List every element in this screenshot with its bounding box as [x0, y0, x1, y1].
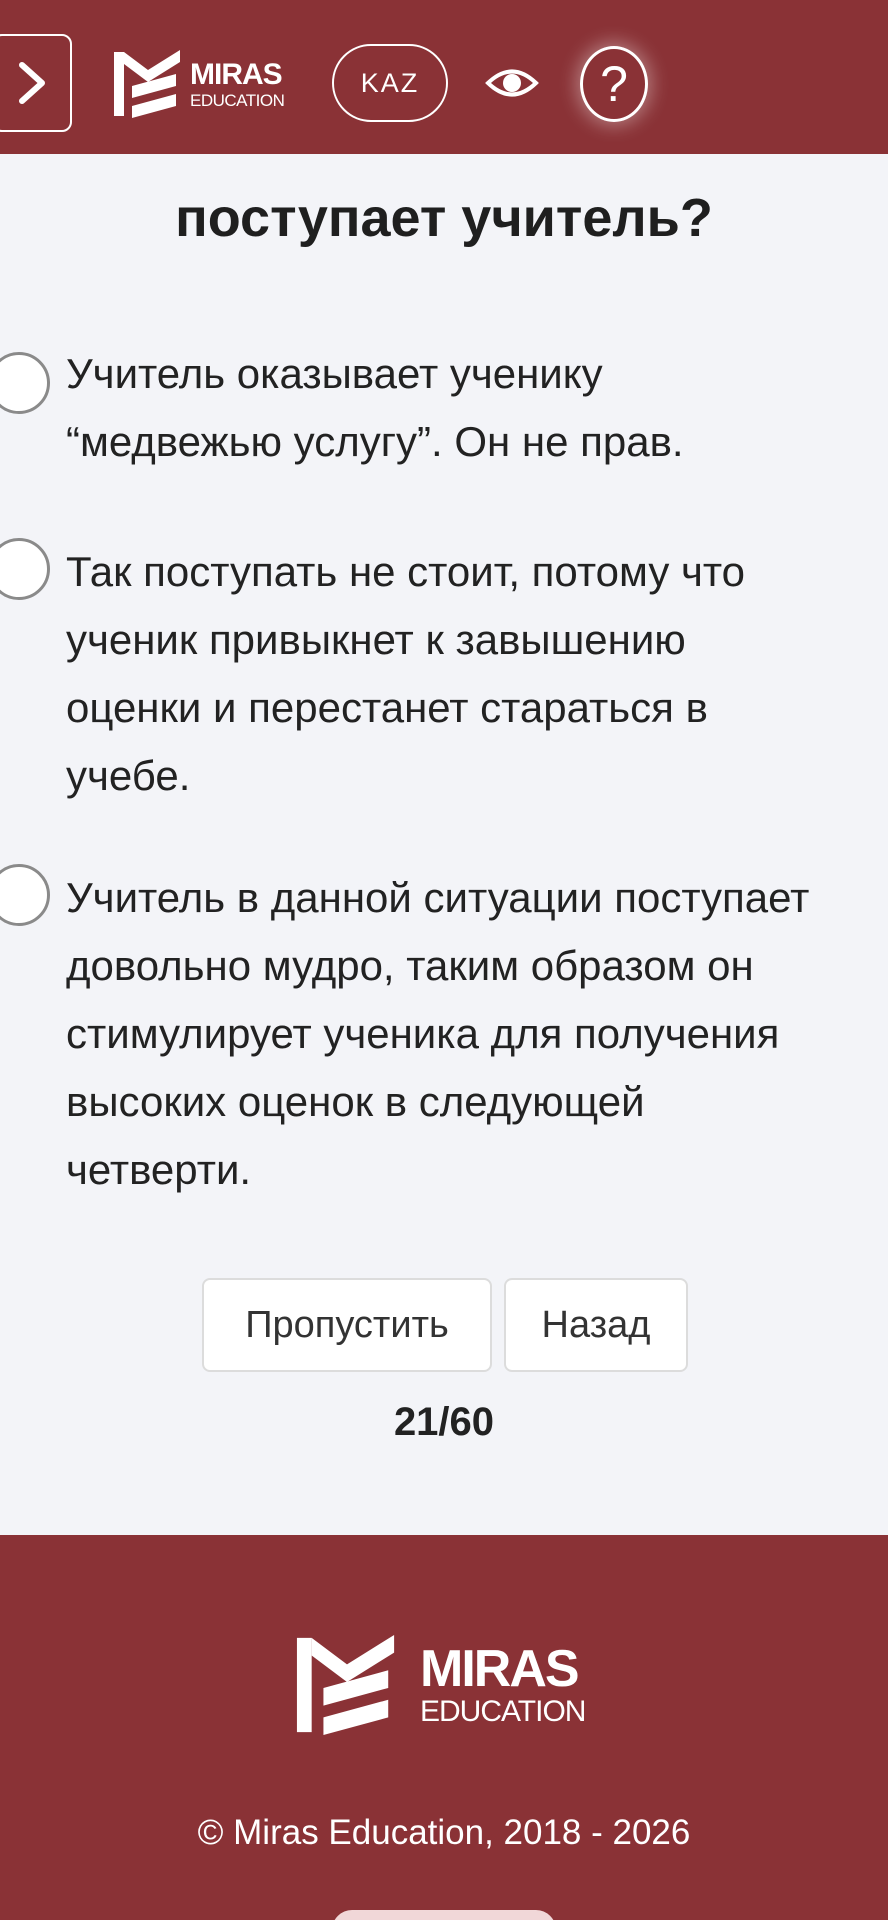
answer-option-text: Так поступать не стоит, потому что учени… — [66, 548, 745, 799]
radio-button[interactable] — [0, 352, 50, 414]
back-button[interactable]: Назад — [504, 1278, 688, 1372]
top-bar: MIRAS EDUCATION KAZ ? — [0, 0, 888, 154]
footer-logo[interactable]: MIRAS EDUCATION — [294, 1625, 586, 1745]
miras-logo-mark — [114, 50, 180, 118]
question-counter: 21/60 — [393, 1400, 495, 1444]
test-page: MIRAS EDUCATION KAZ ? правы. Правильно л… — [0, 0, 888, 1920]
chevron-right-icon — [19, 62, 45, 104]
copyright-text: © Miras Education, 2018 - 2026 — [197, 1813, 691, 1852]
footer-brand-name: MIRAS — [420, 1640, 580, 1698]
miras-logo-mark — [296, 1634, 395, 1736]
question-mark-icon: ? — [600, 56, 628, 112]
floating-pill-button[interactable] — [332, 1910, 556, 1920]
eye-icon — [485, 69, 539, 97]
radio-button[interactable] — [0, 864, 50, 926]
footer-brand-subtitle: EDUCATION — [420, 1695, 586, 1728]
accessibility-button[interactable] — [484, 58, 540, 108]
footer: MIRAS EDUCATION © Miras Education, 2018 … — [0, 1535, 888, 1920]
radio-button[interactable] — [0, 538, 50, 600]
question-last-line: поступает учитель? — [175, 188, 713, 248]
brand-subtitle: EDUCATION — [190, 90, 285, 110]
header-logo[interactable]: MIRAS EDUCATION — [112, 46, 285, 122]
answer-option-text: Учитель в данной ситуации поступает дово… — [66, 874, 810, 1193]
help-button[interactable]: ? — [580, 46, 648, 122]
menu-button[interactable] — [0, 34, 72, 132]
skip-button[interactable]: Пропустить — [202, 1278, 492, 1372]
brand-name: MIRAS — [190, 57, 283, 91]
language-toggle-button[interactable]: KAZ — [332, 44, 448, 122]
answer-option-text: Учитель оказывает ученику “медвежью услу… — [66, 350, 684, 465]
